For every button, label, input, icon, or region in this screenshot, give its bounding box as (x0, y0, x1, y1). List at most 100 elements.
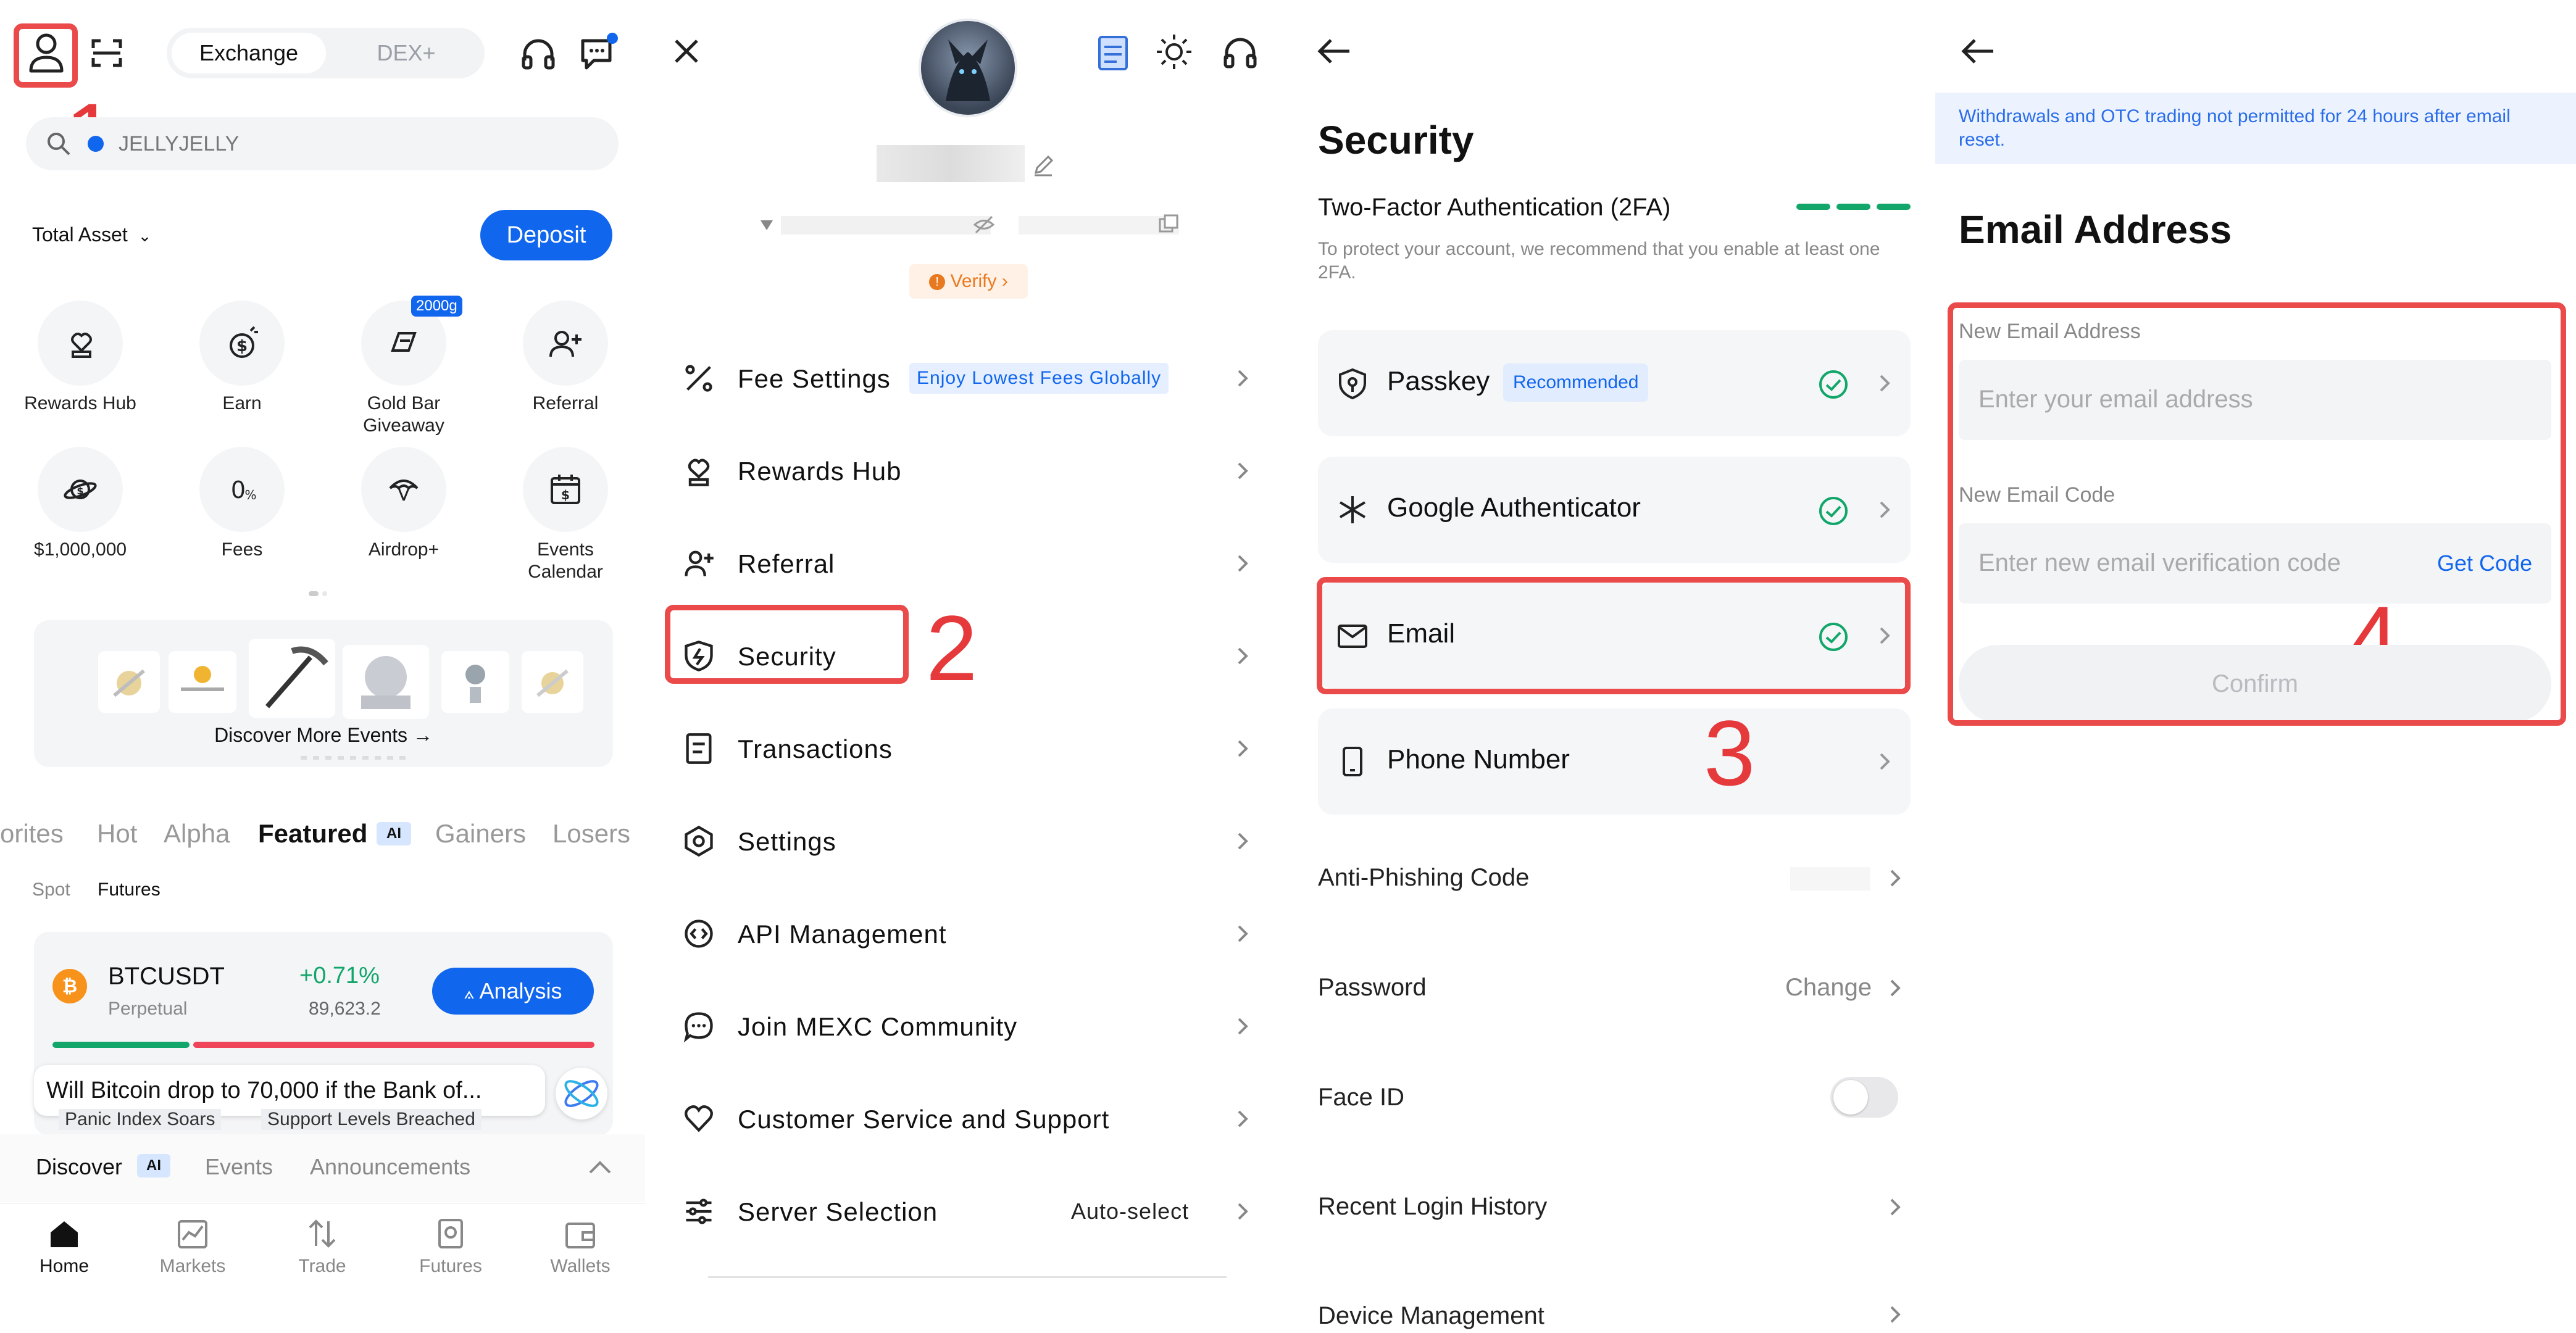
nav-futures[interactable]: Futures (389, 1256, 512, 1277)
info-redacted (1019, 216, 1179, 235)
anti-phishing-label[interactable]: Anti-Phishing Code (1318, 864, 1529, 892)
face-id-toggle[interactable] (1830, 1077, 1898, 1118)
password-label[interactable]: Password (1318, 974, 1427, 1002)
feature-rewards-hub-button[interactable] (38, 301, 123, 386)
referral-icon (549, 331, 581, 357)
google-authenticator-card[interactable]: Google Authenticator (1318, 457, 1911, 563)
asterisk-icon (1339, 496, 1366, 523)
feature-earn-button[interactable]: $ (199, 301, 285, 386)
menu-item-label: Settings (738, 827, 836, 856)
tab-losers[interactable]: Losers (552, 819, 630, 849)
wallet-icon (565, 1223, 595, 1248)
nav-wallets[interactable]: Wallets (519, 1256, 642, 1277)
copy-icon[interactable] (1157, 213, 1180, 235)
menu-item-rewards-hub[interactable]: Rewards Hub (645, 437, 1290, 505)
passkey-card[interactable]: Passkey Recommended (1318, 330, 1911, 436)
support-button[interactable] (520, 36, 557, 73)
menu-item-label: Transactions (738, 734, 893, 763)
clipboard-icon[interactable] (1096, 32, 1130, 72)
chevron-right-icon[interactable] (1884, 867, 1906, 889)
feature-airdrop-button[interactable] (361, 447, 446, 532)
menu-item-label: Referral (738, 549, 835, 578)
tab-alpha[interactable]: Alpha (164, 819, 230, 849)
nav-markets[interactable]: Markets (131, 1256, 254, 1277)
menu-item-label: Customer Service and Support (738, 1105, 1110, 1134)
menu-item-fee-settings[interactable]: Fee Settings Enjoy Lowest Fees Globally (645, 344, 1290, 412)
close-icon[interactable] (671, 36, 702, 67)
verify-badge[interactable]: ! Verify › (909, 264, 1028, 299)
phone-number-card[interactable]: Phone Number (1318, 708, 1911, 815)
feature-events-calendar-button[interactable]: $ (523, 447, 608, 532)
menu-item-referral[interactable]: Referral (645, 529, 1290, 597)
step-4-highlight (1948, 302, 2566, 726)
news-bubble[interactable]: Will Bitcoin drop to 70,000 if the Bank … (34, 1065, 545, 1116)
tab-favorites[interactable]: orites (0, 819, 64, 849)
tab-events[interactable]: Events (205, 1154, 273, 1180)
tab-featured[interactable]: Featured (258, 819, 367, 849)
menu-item-label: API Management (738, 920, 947, 949)
rewards-icon (71, 333, 92, 358)
tab-announcements[interactable]: Announcements (310, 1154, 470, 1180)
nav-home[interactable]: Home (2, 1256, 126, 1277)
svg-text:%: % (244, 488, 256, 502)
chevron-right-icon[interactable] (1884, 1303, 1906, 1326)
edit-icon[interactable] (1031, 153, 1056, 178)
subtab-spot[interactable]: Spot (32, 879, 70, 900)
back-arrow-icon[interactable] (1316, 36, 1353, 67)
phone-number-label: Phone Number (1387, 744, 1570, 774)
news-tag[interactable]: Panic Index Soars (59, 1109, 222, 1130)
step-2-highlight (665, 605, 909, 684)
analysis-button[interactable]: ⟑ Analysis (432, 968, 594, 1015)
chevron-up-icon[interactable] (586, 1154, 614, 1179)
tab-exchange[interactable]: Exchange (172, 33, 326, 73)
avatar[interactable] (919, 19, 1017, 117)
deposit-button[interactable]: Deposit (480, 210, 612, 260)
feature-fees-button[interactable]: 0% (199, 447, 285, 532)
airdrop-icon (389, 480, 419, 501)
tab-gainers[interactable]: Gainers (435, 819, 526, 849)
chevron-right-icon (1880, 375, 1890, 392)
news-tag[interactable]: Support Levels Breached (261, 1109, 481, 1130)
total-asset[interactable]: Total Asset ⌄ (32, 223, 151, 246)
ai-assistant-button[interactable] (556, 1068, 607, 1119)
chevron-right-icon[interactable] (1884, 1196, 1906, 1218)
event-icon (181, 666, 224, 691)
menu-item-server-selection[interactable]: Server Selection Auto-select (645, 1177, 1290, 1245)
search-text: JELLYJELLY (119, 132, 240, 156)
device-management-label[interactable]: Device Management (1318, 1302, 1544, 1330)
messages-button[interactable] (579, 32, 619, 73)
chevron-right-icon (1880, 501, 1890, 518)
events-banner[interactable]: Discover More Events → (34, 620, 613, 767)
headset-icon[interactable] (1222, 35, 1259, 72)
tab-hot[interactable]: Hot (97, 819, 137, 849)
menu-item-join-mexc-community[interactable]: Join MEXC Community (645, 992, 1290, 1060)
menu-item-settings[interactable]: Settings (645, 807, 1290, 875)
step-3-highlight (1317, 577, 1911, 694)
hide-eye-icon[interactable] (972, 213, 996, 236)
futures-icon (438, 1219, 463, 1248)
search-bar[interactable]: JELLYJELLY (26, 117, 619, 170)
feature-1-000-000-button[interactable]: $ (38, 447, 123, 532)
discover-more-events-link[interactable]: Discover More Events → (34, 724, 613, 747)
pickaxe-icon (265, 646, 328, 708)
nav-trade[interactable]: Trade (261, 1256, 384, 1277)
scan-button[interactable] (90, 36, 124, 70)
toggle-knob (1833, 1080, 1868, 1115)
menu-item-label: Rewards Hub (738, 457, 902, 486)
menu-item-customer-service-and-support[interactable]: Customer Service and Support (645, 1085, 1290, 1153)
step-3-number: 3 (1704, 701, 1756, 805)
chevron-right-icon[interactable] (1884, 977, 1906, 999)
tab-discover[interactable]: Discover (36, 1154, 122, 1180)
recent-login-history-label[interactable]: Recent Login History (1318, 1193, 1547, 1221)
menu-item-transactions[interactable]: Transactions (645, 715, 1290, 783)
password-change-value[interactable]: Change (1785, 974, 1872, 1002)
heart-icon (685, 1105, 713, 1132)
event-thumb (522, 651, 583, 713)
theme-toggle-icon[interactable] (1154, 32, 1194, 72)
tab-dex[interactable]: DEX+ (332, 33, 480, 73)
feature-referral-button[interactable] (523, 301, 608, 386)
back-arrow-icon[interactable] (1960, 36, 1997, 67)
menu-item-api-management[interactable]: API Management (645, 900, 1290, 968)
subtab-futures[interactable]: Futures (98, 879, 160, 900)
event-icon (536, 669, 569, 697)
